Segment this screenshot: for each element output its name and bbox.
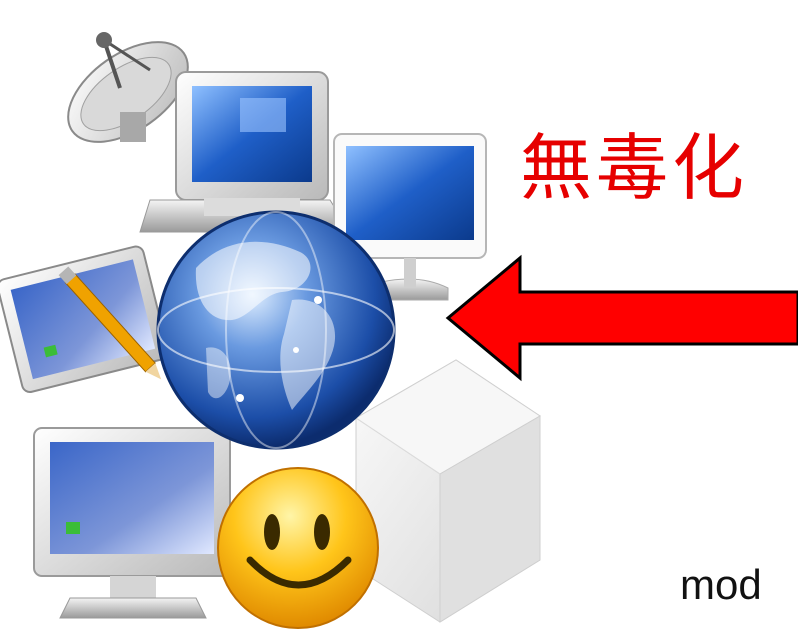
globe-icon (156, 210, 396, 450)
slide-title: 無毒化 (520, 126, 749, 210)
desktop-monitor-icon (33, 427, 231, 619)
left-arrow-icon (445, 254, 798, 382)
network-illustration (0, 32, 798, 629)
smiley-face-icon (217, 467, 379, 629)
tablet-pen-icon (0, 245, 170, 393)
caption-text: mod (680, 561, 762, 608)
white-cube-icon (355, 359, 541, 623)
